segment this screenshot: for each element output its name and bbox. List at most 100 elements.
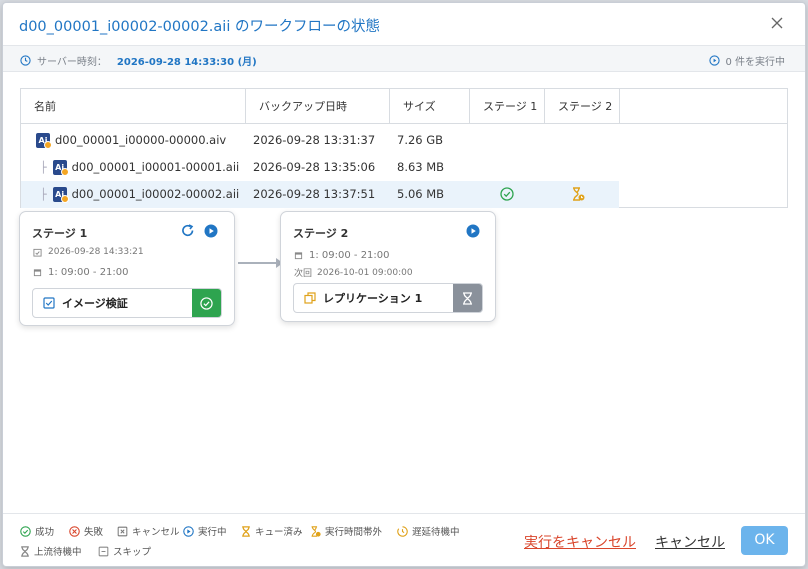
close-icon[interactable] bbox=[769, 15, 785, 31]
legend-label: 上流待機中 bbox=[34, 547, 82, 558]
task-image-verify[interactable]: イメージ検証 bbox=[32, 288, 222, 318]
stage2-schedule: 1: 09:00 - 21:00 bbox=[294, 250, 390, 261]
stage1-schedule: 1: 09:00 - 21:00 bbox=[33, 267, 129, 278]
dialog-footer: 成功 失敗 キャンセル 実行中 キュー済み 実行時間帯外 遅延待機中 上流待機中… bbox=[3, 513, 805, 566]
column-header-name[interactable]: 名前 bbox=[21, 89, 246, 124]
legend-outside-time: 実行時間帯外 bbox=[310, 524, 382, 538]
task-queued-badge bbox=[453, 284, 482, 312]
file-name: d00_00001_i00000-00000.aiv bbox=[55, 133, 227, 147]
copy-icon bbox=[304, 292, 316, 304]
size-cell: 5.06 MB bbox=[397, 187, 445, 201]
stage1-last-run: 2026-09-28 14:33:21 bbox=[33, 247, 144, 257]
stage2-title: ステージ 2 bbox=[293, 227, 349, 240]
outside-exec-time-icon bbox=[311, 525, 321, 537]
size-cell: 7.26 GB bbox=[397, 133, 444, 147]
running-count: 0 件を実行中 bbox=[709, 53, 785, 68]
cancel-execution-button[interactable]: 実行をキャンセル bbox=[524, 532, 636, 552]
legend-label: スキップ bbox=[113, 547, 152, 558]
datetime-cell: 2026-09-28 13:35:06 bbox=[253, 160, 376, 174]
column-header-datetime[interactable]: バックアップ日時 bbox=[246, 89, 390, 124]
retry-icon[interactable] bbox=[181, 224, 195, 238]
calendar-icon bbox=[294, 252, 303, 260]
datetime-cell: 2026-09-28 13:31:37 bbox=[253, 133, 376, 147]
upstream-wait-icon bbox=[21, 545, 29, 557]
table-row[interactable]: ├ Ai d00_00001_i00001-00001.aii 2026-09-… bbox=[21, 154, 619, 181]
info-bar: サーバー時刻： 2026-09-28 14:33:30 (月) 0 件を実行中 bbox=[3, 45, 805, 72]
size-cell: 8.63 MB bbox=[397, 160, 445, 174]
legend-running: 実行中 bbox=[183, 524, 227, 538]
task-label: イメージ検証 bbox=[62, 297, 128, 310]
stage2-schedule-value: 1: 09:00 - 21:00 bbox=[309, 250, 390, 261]
next-run-value: 2026-10-01 09:00:00 bbox=[317, 267, 413, 278]
success-icon bbox=[20, 525, 31, 537]
skip-icon bbox=[98, 546, 109, 556]
play-circle-icon bbox=[709, 55, 721, 66]
name-cell: Ai d00_00001_i00000-00000.aiv bbox=[36, 127, 226, 154]
tree-connector: ├ bbox=[40, 188, 47, 201]
success-icon bbox=[500, 187, 514, 201]
tree-connector: ├ bbox=[40, 161, 47, 174]
dialog-titlebar: d00_00001_i00002-00002.aii のワークフローの状態 bbox=[3, 3, 805, 45]
file-name: d00_00001_i00002-00002.aii bbox=[71, 187, 240, 201]
legend-label: 実行中 bbox=[198, 527, 227, 538]
name-cell: ├ Ai d00_00001_i00002-00002.aii bbox=[40, 181, 239, 208]
task-success-badge bbox=[192, 289, 221, 317]
server-time: サーバー時刻： 2026-09-28 14:33:30 (月) bbox=[20, 53, 257, 68]
running-count-text: 0 件を実行中 bbox=[725, 57, 785, 68]
cancelled-icon bbox=[117, 526, 128, 536]
ai-file-icon: Ai bbox=[36, 133, 52, 149]
column-header-stage2[interactable]: ステージ 2 bbox=[545, 89, 620, 124]
task-replication[interactable]: レプリケーション 1 bbox=[293, 283, 483, 313]
cancel-button[interactable]: キャンセル bbox=[655, 532, 725, 552]
failed-icon bbox=[69, 525, 80, 537]
legend-label: キュー済み bbox=[255, 527, 303, 538]
clock-icon bbox=[20, 55, 31, 66]
legend-label: 遅延待機中 bbox=[412, 527, 460, 538]
server-time-label: サーバー時刻： bbox=[37, 57, 107, 68]
stage1-last-run-value: 2026-09-28 14:33:21 bbox=[48, 247, 144, 257]
hourglass-icon bbox=[242, 525, 250, 537]
task-label: レプリケーション 1 bbox=[323, 292, 423, 305]
legend-queued: キュー済み bbox=[241, 524, 303, 538]
legend-label: キャンセル bbox=[132, 527, 180, 538]
calendar-icon bbox=[33, 269, 42, 277]
run-stage-icon[interactable] bbox=[204, 224, 218, 238]
server-time-value: 2026-09-28 14:33:30 (月) bbox=[116, 57, 257, 68]
legend-label: 実行時間帯外 bbox=[325, 527, 383, 538]
ai-file-icon: Ai bbox=[52, 187, 69, 203]
table-row-selected[interactable]: ├ Ai d00_00001_i00002-00002.aii 2026-09-… bbox=[21, 181, 619, 208]
legend-upstream: 上流待機中 bbox=[20, 544, 82, 558]
legend-label: 失敗 bbox=[84, 527, 104, 538]
name-cell: ├ Ai d00_00001_i00001-00001.aii bbox=[40, 154, 239, 181]
column-header-stage1[interactable]: ステージ 1 bbox=[470, 89, 545, 124]
stage1-schedule-value: 1: 09:00 - 21:00 bbox=[48, 267, 129, 278]
dialog-title: d00_00001_i00002-00002.aii のワークフローの状態 bbox=[19, 19, 380, 35]
legend-cancelled: キャンセル bbox=[117, 524, 180, 538]
ok-button[interactable]: OK bbox=[741, 526, 788, 555]
hourglass-icon bbox=[463, 291, 472, 305]
stage2-next-run: 次回 2026-10-01 09:00:00 bbox=[294, 266, 413, 280]
stage2-card: ステージ 2 1: 09:00 - 21:00 次回 2026-10-01 09… bbox=[280, 211, 496, 322]
datetime-cell: 2026-09-28 13:37:51 bbox=[253, 187, 376, 201]
running-icon bbox=[183, 525, 194, 537]
backup-table: 名前 バックアップ日時 サイズ ステージ 1 ステージ 2 Ai d00_000… bbox=[20, 88, 788, 208]
ai-file-icon: Ai bbox=[52, 160, 69, 176]
column-header-size[interactable]: サイズ bbox=[390, 89, 470, 124]
workflow-status-dialog: d00_00001_i00002-00002.aii のワークフローの状態 サー… bbox=[2, 2, 806, 567]
table-row[interactable]: Ai d00_00001_i00000-00000.aiv 2026-09-28… bbox=[21, 127, 619, 154]
file-name: d00_00001_i00001-00001.aii bbox=[71, 160, 240, 174]
stage1-title: ステージ 1 bbox=[32, 227, 88, 240]
legend-failed: 失敗 bbox=[69, 524, 103, 538]
stage1-card: ステージ 1 2026-09-28 14:33:21 1: 09:00 - 21… bbox=[19, 211, 235, 326]
run-stage-icon[interactable] bbox=[466, 224, 480, 238]
delayed-icon bbox=[397, 525, 408, 537]
legend-skip: スキップ bbox=[98, 544, 151, 558]
legend-delayed: 遅延待機中 bbox=[397, 524, 460, 538]
outside-exec-time-icon bbox=[573, 187, 585, 201]
table-header: 名前 バックアップ日時 サイズ ステージ 1 ステージ 2 bbox=[21, 89, 787, 124]
legend-success: 成功 bbox=[20, 524, 54, 538]
next-run-label: 次回 bbox=[294, 269, 313, 279]
legend-label: 成功 bbox=[35, 527, 55, 538]
checkbox-icon bbox=[43, 297, 55, 309]
stage-connector-arrow bbox=[238, 258, 283, 268]
